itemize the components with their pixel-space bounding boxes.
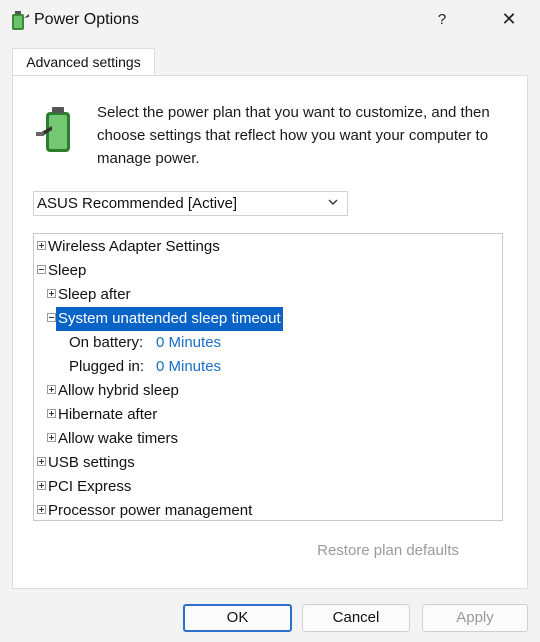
tree-label: Allow wake timers [58,430,179,447]
expand-icon[interactable] [47,409,56,418]
collapse-icon[interactable] [47,313,56,322]
window-title: Power Options [34,11,139,28]
tree-label: Sleep after [58,286,131,303]
power-plan-selected: ASUS Recommended [Active] [37,195,238,212]
cancel-button[interactable]: Cancel [302,604,410,632]
tree-label: Processor power management [48,502,253,519]
collapse-icon[interactable] [37,265,46,274]
tree-label: Wireless Adapter Settings [48,238,220,255]
plugged-in-label: Plugged in: [69,358,145,375]
expand-icon[interactable] [47,433,56,442]
expand-icon[interactable] [47,385,56,394]
plugged-in-value[interactable]: 0 Minutes [156,355,221,379]
tab-advanced-settings[interactable]: Advanced settings [12,48,155,77]
ok-button[interactable]: OK [183,604,292,632]
close-button[interactable]: ✕ [498,8,520,30]
expand-icon[interactable] [37,481,46,490]
battery-plug-icon [36,107,70,152]
expand-icon[interactable] [37,241,46,250]
chevron-down-icon [328,199,338,205]
expand-icon[interactable] [47,289,56,298]
expand-icon[interactable] [37,505,46,514]
apply-button[interactable]: Apply [422,604,528,632]
on-battery-label: On battery: [69,334,144,351]
tree-label-selected: System unattended sleep timeout [56,307,283,331]
power-plan-select[interactable]: ASUS Recommended [Active] [33,191,348,216]
restore-plan-defaults-button[interactable]: Restore plan defaults [303,539,473,563]
tree-label: Hibernate after [58,406,158,423]
help-button[interactable]: ? [430,10,454,30]
description-text: Select the power plan that you want to c… [97,104,490,167]
tree-label: USB settings [48,454,135,471]
tree-label: Allow hybrid sleep [58,382,179,399]
expand-icon[interactable] [37,457,46,466]
title-bar: Power Options ? ✕ [0,0,540,40]
on-battery-value[interactable]: 0 Minutes [156,331,221,355]
tree-label: Sleep [48,262,87,279]
power-options-icon [12,11,29,30]
settings-tree[interactable]: Wireless Adapter Settings Sleep Sleep af… [33,233,503,521]
tree-label: PCI Express [48,478,132,495]
